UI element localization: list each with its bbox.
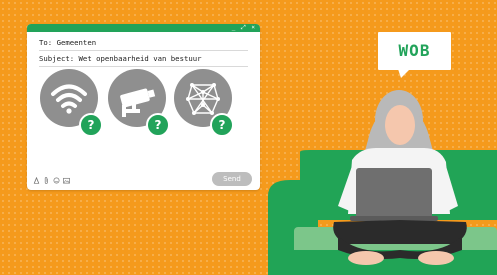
to-field[interactable]: To: Gemeenten [39,35,248,51]
subject-field[interactable]: Subject: Wet openbaarheid van bestuur [39,51,248,67]
text-format-icon[interactable] [33,176,40,184]
speech-bubble: WOB [378,32,451,70]
window-titlebar: _ ⤢ × [27,24,260,32]
scene: WOB _ ⤢ × To: Gemeenten Subject: Wet ope… [0,0,497,275]
question-badge: ? [79,113,103,137]
question-badge: ? [146,113,170,137]
window-controls[interactable]: _ ⤢ × [232,24,256,32]
image-icon[interactable] [63,177,70,184]
emoji-icon[interactable] [53,177,60,184]
attach-icon[interactable] [43,176,50,184]
speech-bubble-tail [398,69,410,78]
compose-toolbar [33,175,70,185]
question-badge: ? [210,113,234,137]
email-compose-window: _ ⤢ × To: Gemeenten Subject: Wet openbaa… [27,24,260,190]
send-button[interactable]: Send [212,172,252,186]
